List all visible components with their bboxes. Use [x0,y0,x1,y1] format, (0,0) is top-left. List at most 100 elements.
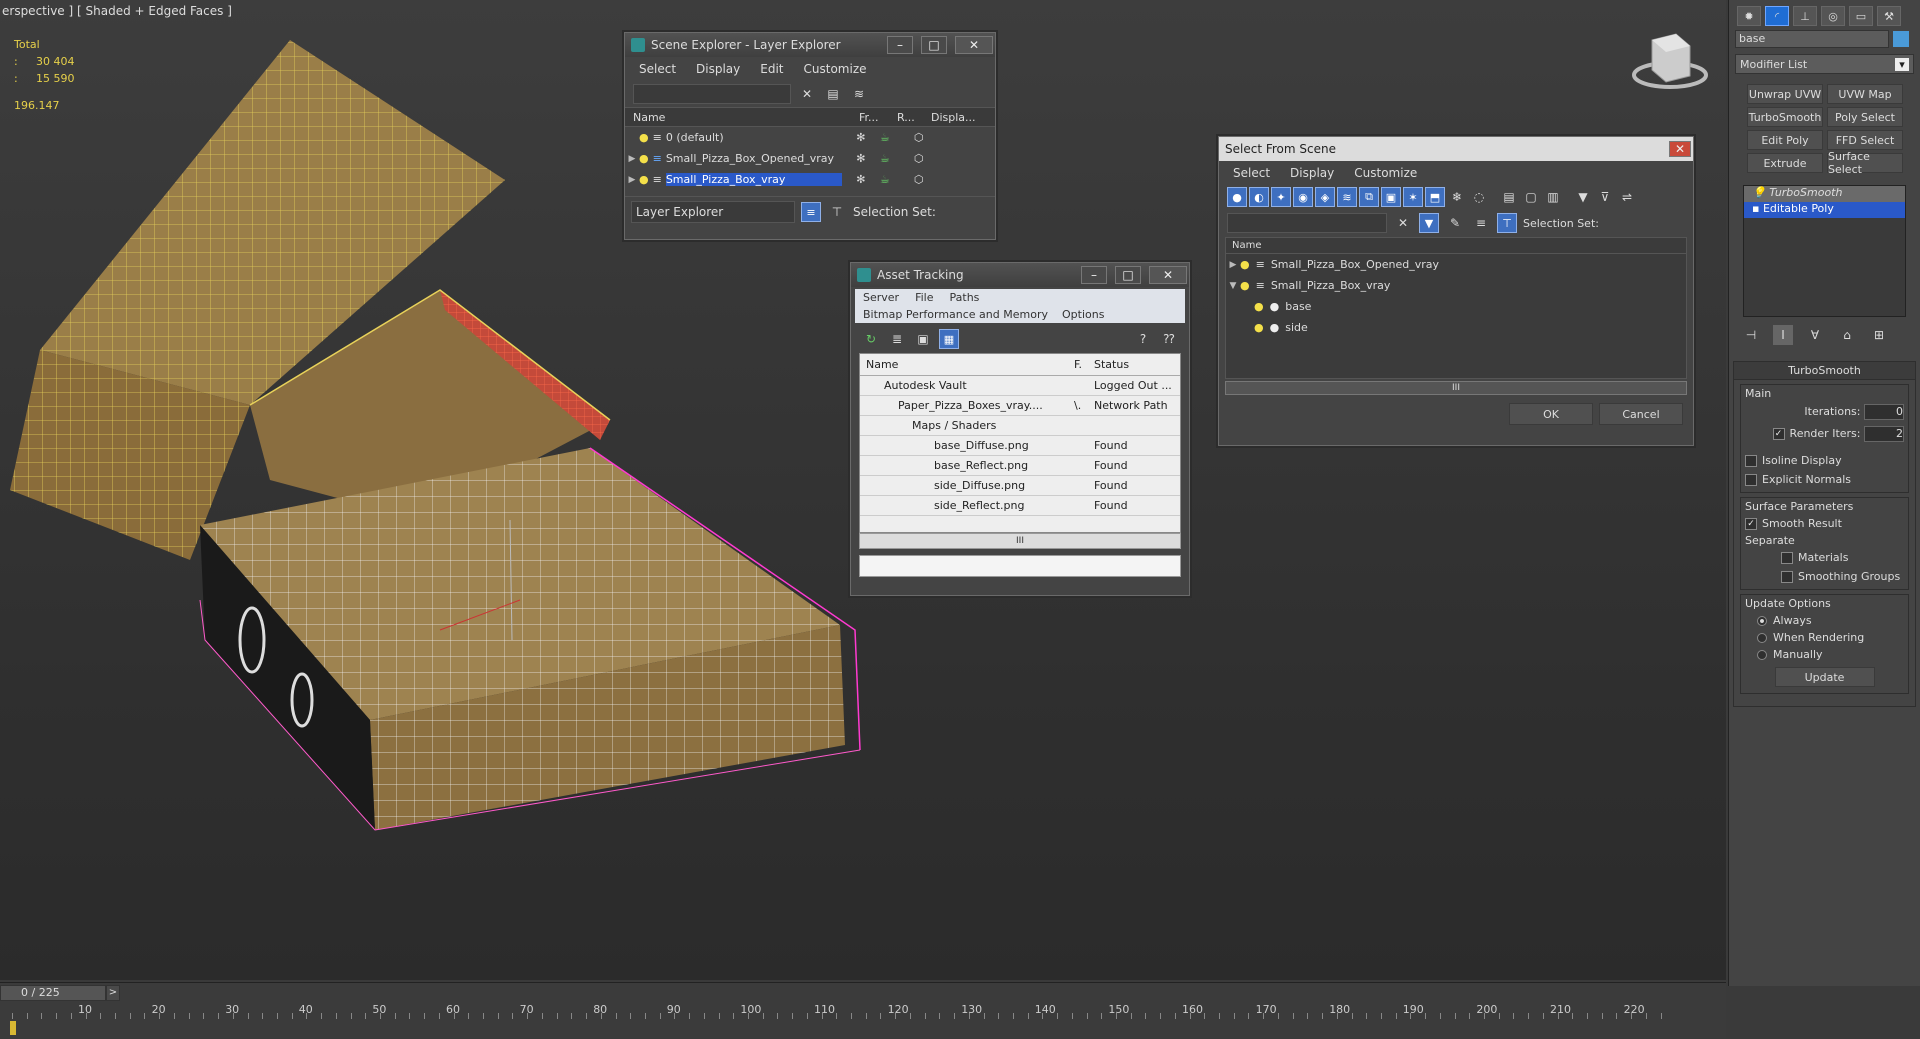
object-row[interactable]: ● ● base [1226,296,1686,317]
hierarchy-tab-icon[interactable]: ⊥ [1793,6,1817,26]
modifier-list-dropdown[interactable]: Modifier List ▾ [1735,54,1914,74]
col-name[interactable]: Name [1226,238,1686,254]
groups-filter-icon[interactable]: ⧉ [1359,187,1379,207]
help-icon[interactable]: ? [1133,329,1153,349]
smooth-result-checkbox[interactable]: ✓ [1745,518,1757,530]
object-search-input[interactable] [1227,213,1387,233]
clear-search-icon[interactable]: ✕ [1393,213,1413,233]
spacewarps-filter-icon[interactable]: ≋ [1337,187,1357,207]
bulb-icon[interactable]: ● [1254,321,1264,334]
when-rendering-radio[interactable] [1757,633,1767,643]
col-name[interactable]: Name [625,111,859,124]
bulb-icon[interactable]: ● [639,173,649,186]
col-frozen[interactable]: Fr... [859,111,897,124]
asset-path-field[interactable] [859,555,1181,577]
asset-tracking-titlebar[interactable]: Asset Tracking – □ ✕ [851,263,1189,287]
extrude-button[interactable]: Extrude [1747,153,1823,173]
make-unique-icon[interactable]: ∀ [1805,325,1825,345]
layer-row[interactable]: ▶ ● ≡ Small_Pizza_Box_Opened_vray ✻ ☕ ⬡ [625,148,995,169]
explorer-type-dropdown[interactable]: Layer Explorer [631,201,795,223]
explicit-normals-checkbox[interactable] [1745,474,1757,486]
maximize-button[interactable]: □ [921,36,947,54]
utilities-tab-icon[interactable]: ⚒ [1877,6,1901,26]
scene-explorer-window[interactable]: Scene Explorer - Layer Explorer – □ ✕ Se… [624,32,996,240]
motion-tab-icon[interactable]: ◎ [1821,6,1845,26]
bulb-icon[interactable]: ● [1240,258,1250,271]
helpers-filter-icon[interactable]: ◈ [1315,187,1335,207]
uvw-map-button[interactable]: UVW Map [1827,84,1903,104]
hidden-filter-icon[interactable]: ◌ [1469,187,1489,207]
always-radio[interactable] [1757,616,1767,626]
smoothing-groups-checkbox[interactable] [1781,571,1793,583]
xrefs-filter-icon[interactable]: ▣ [1381,187,1401,207]
layer-row[interactable]: ● ≡ 0 (default) ✻ ☕ ⬡ [625,127,995,148]
freeze-icon[interactable]: ✻ [842,131,880,144]
object-list-scrollbar[interactable]: III [1225,381,1687,395]
render-iters-checkbox[interactable]: ✓ [1772,428,1785,440]
shapes-filter-icon[interactable]: ◐ [1249,187,1269,207]
menu-options[interactable]: Options [1062,308,1104,321]
thumbnail-view-icon[interactable]: ▣ [913,329,933,349]
render-icon[interactable]: ☕ [880,152,914,165]
sync-icon[interactable]: ⇌ [1617,187,1637,207]
bulb-icon[interactable]: ● [639,131,649,144]
poly-select-button[interactable]: Poly Select [1827,107,1903,127]
isoline-checkbox[interactable] [1745,455,1757,467]
manually-radio[interactable] [1757,650,1767,660]
surface-select-button[interactable]: Surface Select [1827,150,1903,176]
timeline-ruler[interactable]: 10 20 30 40 50 60 70 80 90 100 110 120 130 140 150 160 1… [0,1001,1726,1039]
bulb-icon[interactable]: ● [1240,279,1250,292]
time-marker[interactable] [10,1021,16,1035]
timeline[interactable]: 0 / 225 > 10 20 30 40 50 60 70 80 90 100 110 120 130… [0,982,1726,1038]
minimize-button[interactable]: – [1081,266,1107,284]
edit-poly-button[interactable]: Edit Poly [1747,130,1823,150]
table-view-icon[interactable]: ▦ [939,329,959,349]
layer-tools-icon[interactable]: ≋ [849,84,869,104]
menu-customize[interactable]: Customize [804,62,867,76]
cameras-filter-icon[interactable]: ◉ [1293,187,1313,207]
materials-checkbox[interactable] [1781,552,1793,564]
freeze-icon[interactable]: ✻ [842,173,880,186]
unwrap-uvw-button[interactable]: Unwrap UVW [1747,84,1823,104]
scene-explorer-search[interactable] [633,84,791,104]
menu-file[interactable]: File [915,291,933,304]
col-render[interactable]: R... [897,111,931,124]
list-view-icon[interactable]: ≣ [887,329,907,349]
close-button[interactable]: ✕ [955,36,993,54]
select-from-scene-titlebar[interactable]: Select From Scene ✕ [1219,137,1693,161]
rollout-title[interactable]: TurboSmooth [1734,362,1915,380]
select-from-scene-window[interactable]: Select From Scene ✕ Select Display Custo… [1218,136,1694,446]
object-row[interactable]: ▼ ● ≡ Small_Pizza_Box_vray [1226,275,1686,296]
maximize-button[interactable]: □ [1115,266,1141,284]
clear-search-icon[interactable]: ✕ [797,84,817,104]
menu-paths[interactable]: Paths [950,291,980,304]
display-icon[interactable]: ⬡ [914,152,924,165]
display-icon[interactable]: ⬡ [914,131,924,144]
bulb-icon[interactable]: ● [639,152,649,165]
render-iters-spinner[interactable]: 2 [1864,426,1904,442]
render-icon[interactable]: ☕ [880,173,914,186]
object-name-field[interactable]: base [1735,30,1889,48]
refresh-icon[interactable]: ↻ [861,329,881,349]
display-all-icon[interactable]: ▤ [1499,187,1519,207]
layer-mode-icon[interactable]: ≡ [801,202,821,222]
table-row[interactable]: base_Reflect.png Found [860,456,1180,476]
remove-modifier-icon[interactable]: ⌂ [1837,325,1857,345]
time-slider[interactable]: 0 / 225 [0,985,106,1001]
show-end-result-icon[interactable]: I [1773,325,1793,345]
menu-display[interactable]: Display [1290,166,1334,180]
filter-options-icon[interactable]: ⊽ [1595,187,1615,207]
menu-edit[interactable]: Edit [760,62,783,76]
containers-filter-icon[interactable]: ⬒ [1425,187,1445,207]
table-row[interactable]: side_Diffuse.png Found [860,476,1180,496]
table-row[interactable]: side_Reflect.png Found [860,496,1180,516]
menu-select[interactable]: Select [639,62,676,76]
col-display[interactable]: Displa... [931,111,976,124]
close-button[interactable]: ✕ [1669,141,1691,157]
context-help-icon[interactable]: ⁇ [1159,329,1179,349]
object-row[interactable]: ● ● side [1226,317,1686,338]
stack-item-editable-poly[interactable]: ▪ Editable Poly [1744,202,1905,218]
col-f[interactable]: F. [1074,358,1094,371]
display-invert-icon[interactable]: ▥ [1543,187,1563,207]
viewcube[interactable] [1632,33,1708,89]
